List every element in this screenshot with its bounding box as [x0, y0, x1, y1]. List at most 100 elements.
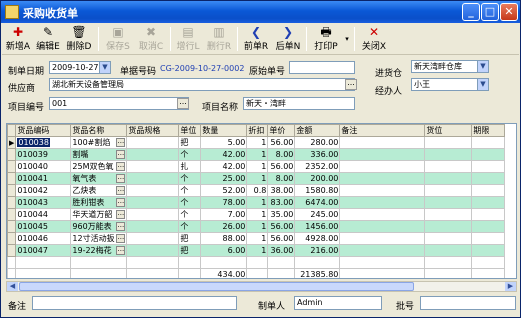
cell-name[interactable]: 12寸活动扳...	[70, 232, 128, 245]
print-dropdown-arrow[interactable]: ▾	[343, 25, 351, 53]
close-button[interactable]: ✕ 关闭X	[359, 25, 389, 53]
cell-unit[interactable]: 个	[178, 220, 202, 233]
cell-location[interactable]	[424, 172, 473, 185]
cell-price[interactable]: 38.00	[267, 184, 296, 197]
table-row[interactable]: 010043 胜利钳表... 个 78.00 1 83.00 6474.00	[7, 196, 506, 209]
name-lookup-button[interactable]: ...	[116, 222, 126, 231]
cell-term[interactable]	[471, 148, 506, 161]
date-picker[interactable]: 2009-10-27 ▼	[49, 61, 111, 74]
cell-remark[interactable]	[339, 220, 426, 233]
cell-disc[interactable]: 1	[246, 220, 269, 233]
row-indicator[interactable]	[7, 160, 17, 173]
scrollbar-thumb[interactable]	[19, 282, 414, 291]
cell-unit[interactable]: 个	[178, 172, 202, 185]
cell-code[interactable]: 010040	[15, 160, 72, 173]
project-name-input[interactable]: 新天・湾畔	[243, 97, 355, 110]
cell-term[interactable]	[471, 136, 506, 149]
cell-remark[interactable]	[339, 196, 426, 209]
cell-name[interactable]: 胜利钳表...	[70, 196, 128, 209]
print-button[interactable]: 🖶 打印P	[311, 25, 341, 53]
supplier-lookup-button[interactable]: ...	[345, 79, 357, 90]
cell-name[interactable]: 100#割焰...	[70, 136, 128, 149]
cell-amount[interactable]: 4928.00	[294, 232, 341, 245]
row-indicator[interactable]	[7, 196, 17, 209]
row-indicator[interactable]	[7, 208, 17, 221]
cell-name[interactable]: 割嘴...	[70, 148, 128, 161]
table-row[interactable]: 010040 25M双色氧... 扎 42.00 1 56.00 2352.00	[7, 160, 506, 173]
cell-location[interactable]	[424, 148, 473, 161]
cell-disc[interactable]: 1	[246, 244, 269, 257]
cell-spec[interactable]	[126, 136, 180, 149]
cell-disc[interactable]: 1	[246, 196, 269, 209]
save-button[interactable]: ▣ 保存S	[103, 25, 133, 53]
cell-name[interactable]: 25M双色氧...	[70, 160, 128, 173]
name-lookup-button[interactable]: ...	[116, 150, 126, 159]
row-indicator[interactable]	[7, 244, 17, 257]
col-header[interactable]: 折扣	[246, 124, 269, 137]
supplier-input[interactable]: 湖北新天设备管理局	[49, 78, 355, 91]
cell-qty[interactable]: 42.00	[200, 160, 248, 173]
next-doc-button[interactable]: ❯ 后单N	[274, 25, 302, 53]
cell-term[interactable]	[471, 220, 506, 233]
cell-price[interactable]: 56.00	[267, 136, 296, 149]
cell-remark[interactable]	[339, 244, 426, 257]
cell-price[interactable]: 56.00	[267, 220, 296, 233]
cell-price[interactable]: 8.00	[267, 148, 296, 161]
cell-disc[interactable]: 0.8	[246, 184, 269, 197]
cell-amount[interactable]: 2352.00	[294, 160, 341, 173]
cell-spec[interactable]	[126, 196, 180, 209]
warehouse-select[interactable]: 新天湾畔仓库 ▼	[411, 60, 489, 73]
cell-amount[interactable]: 200.00	[294, 172, 341, 185]
row-indicator[interactable]	[7, 232, 17, 245]
cell-code[interactable]: 010047	[15, 244, 72, 257]
horizontal-scrollbar[interactable]: ◀ ▶	[6, 281, 517, 292]
cell-spec[interactable]	[126, 220, 180, 233]
cell-code[interactable]: 010043	[15, 196, 72, 209]
cell-spec[interactable]	[126, 172, 180, 185]
cell-spec[interactable]	[126, 232, 180, 245]
cell-location[interactable]	[424, 136, 473, 149]
cell-disc[interactable]: 1	[246, 148, 269, 161]
cell-unit[interactable]: 个	[178, 148, 202, 161]
cancel-button[interactable]: ✖ 取消C	[136, 25, 166, 53]
cell-remark[interactable]	[339, 184, 426, 197]
cell-location[interactable]	[424, 208, 473, 221]
table-row[interactable]: 010042 乙炔表... 个 52.00 0.8 38.00 1580.80	[7, 184, 506, 197]
cell-code[interactable]: 010046	[15, 232, 72, 245]
cell-disc[interactable]: 1	[246, 160, 269, 173]
chevron-down-icon[interactable]: ▼	[477, 61, 488, 72]
name-lookup-button[interactable]: ...	[116, 162, 126, 171]
name-lookup-button[interactable]: ...	[116, 246, 126, 255]
name-lookup-button[interactable]: ...	[116, 210, 126, 219]
delete-row-button[interactable]: ▥ 删行R	[205, 25, 233, 53]
cell-amount[interactable]: 245.00	[294, 208, 341, 221]
cell-remark[interactable]	[339, 148, 426, 161]
remark-input[interactable]	[32, 296, 237, 310]
cell-amount[interactable]: 336.00	[294, 148, 341, 161]
row-indicator[interactable]	[7, 148, 17, 161]
project-no-input[interactable]: 001	[49, 97, 189, 110]
col-header[interactable]: 备注	[339, 124, 426, 137]
maker-input[interactable]: Admin	[294, 296, 382, 310]
cell-disc[interactable]: 1	[246, 172, 269, 185]
col-header[interactable]: 单价	[267, 124, 296, 137]
name-lookup-button[interactable]: ...	[116, 186, 126, 195]
close-window-button[interactable]: ✕	[500, 3, 518, 21]
cell-unit[interactable]: 把	[178, 232, 202, 245]
table-row[interactable]: 010041 氧气表... 个 25.00 1 8.00 200.00	[7, 172, 506, 185]
cell-location[interactable]	[424, 184, 473, 197]
cell-name[interactable]: 乙炔表...	[70, 184, 128, 197]
table-row[interactable]: ▶ 010038 100#割焰... 把 5.00 1 56.00 280.00	[7, 136, 506, 149]
orig-no-input[interactable]	[289, 61, 355, 74]
cell-name[interactable]: 19-22梅花...	[70, 244, 128, 257]
chevron-down-icon[interactable]: ▼	[477, 79, 488, 90]
cell-term[interactable]	[471, 196, 506, 209]
cell-term[interactable]	[471, 184, 506, 197]
scroll-right-icon[interactable]: ▶	[505, 282, 516, 291]
cell-location[interactable]	[424, 196, 473, 209]
table-row[interactable]: 010044 华天道万韶... 个 7.00 1 35.00 245.00	[7, 208, 506, 221]
name-lookup-button[interactable]: ...	[116, 138, 126, 147]
cell-remark[interactable]	[339, 172, 426, 185]
cell-code[interactable]: 010039	[15, 148, 72, 161]
col-header[interactable]: 货品规格	[126, 124, 180, 137]
